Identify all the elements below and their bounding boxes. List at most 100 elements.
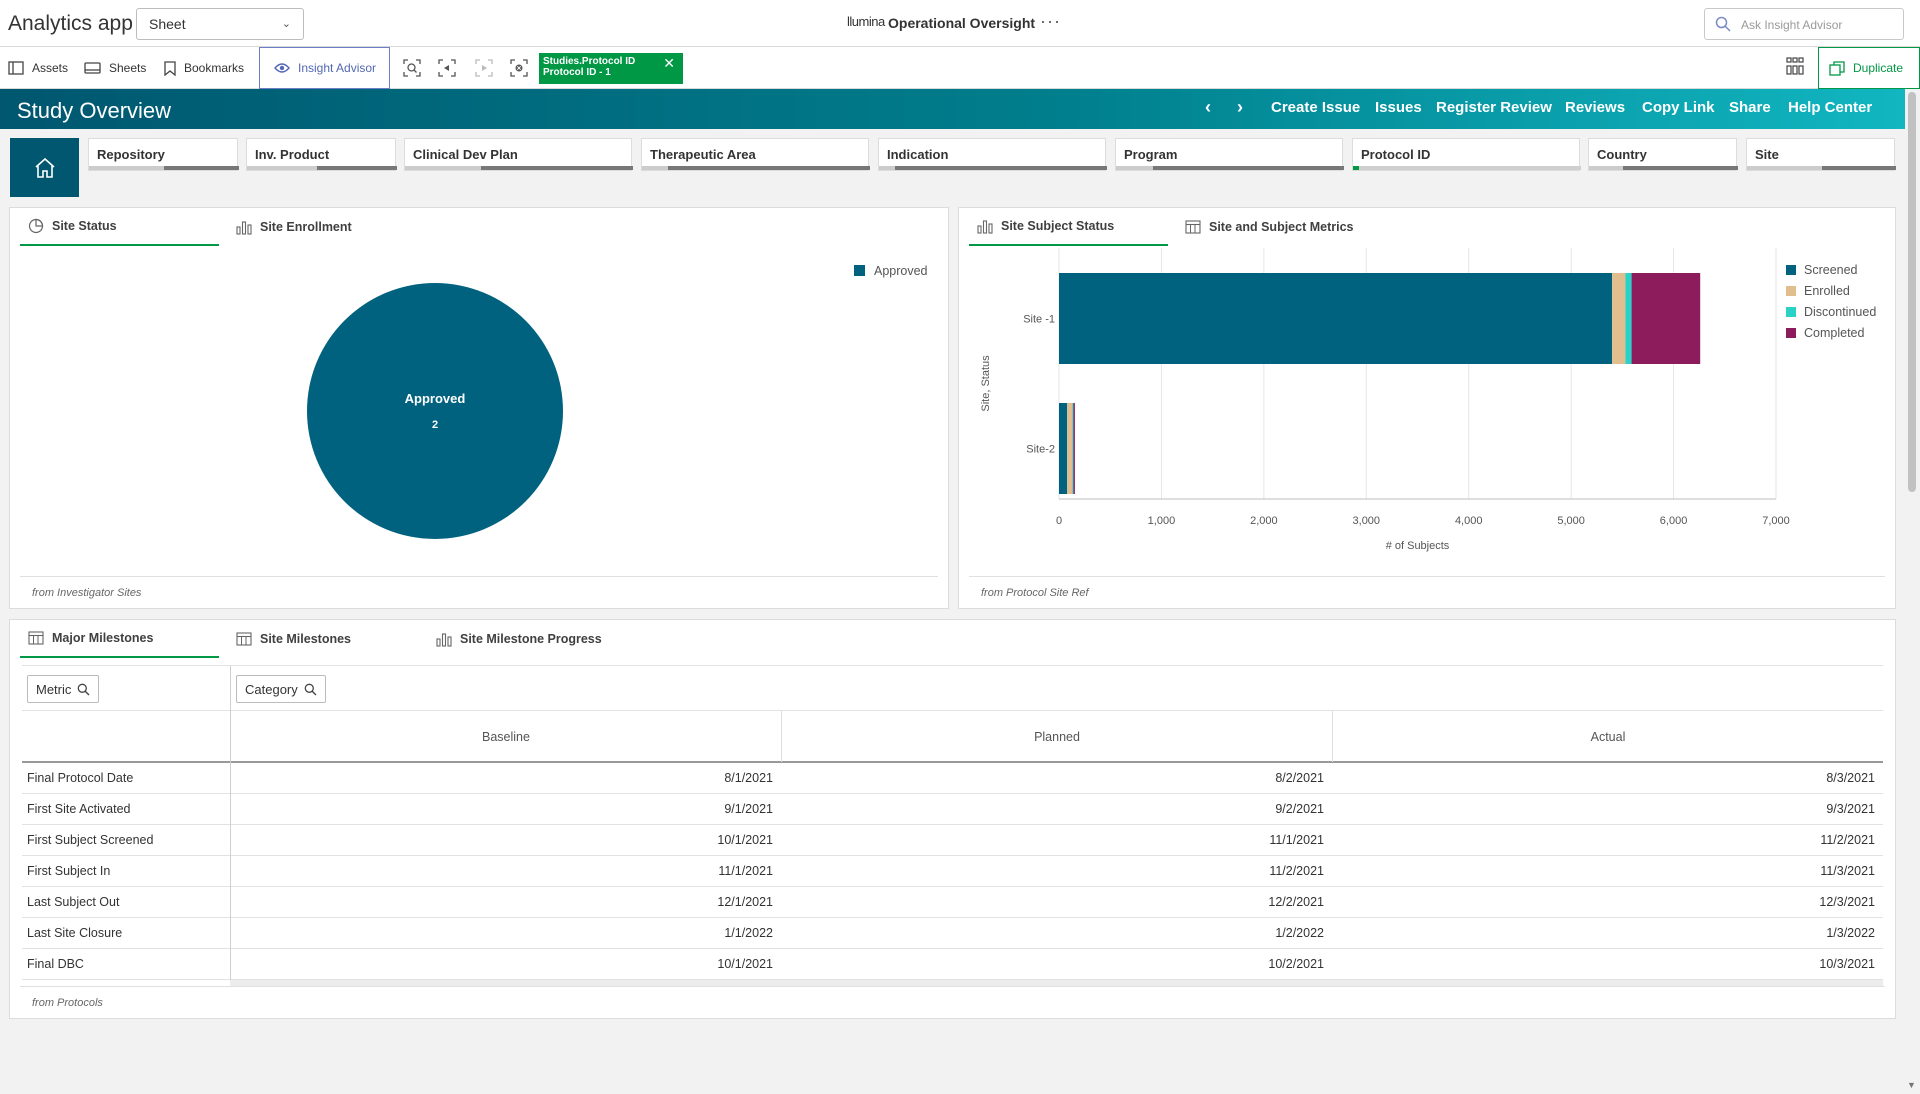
filter-therapeutic-area[interactable]: Therapeutic Area — [641, 138, 870, 171]
column-header-baseline[interactable]: Baseline — [230, 711, 781, 762]
scrollbar-thumb[interactable] — [1908, 92, 1916, 492]
metric-column-divider — [230, 666, 231, 986]
chevron-down-icon: ⌄ — [281, 18, 291, 30]
row-cell-baseline: 10/1/2021 — [717, 957, 773, 971]
tab-site-status[interactable]: Site Status — [20, 208, 219, 246]
filter-site[interactable]: Site — [1746, 138, 1896, 171]
table-row[interactable]: Last Site Closure 1/1/2022 1/2/2022 1/3/202… — [22, 918, 1883, 949]
row-metric: Last Site Closure — [27, 926, 123, 940]
bar-segment-enrolled[interactable] — [1612, 273, 1626, 364]
issues-link[interactable]: Issues — [1375, 99, 1422, 116]
site-status-panel: Site Status Site Enrollment Approved 2 App… — [9, 207, 949, 609]
clear-selections-icon[interactable] — [509, 58, 529, 78]
bar-segment-completed[interactable] — [1631, 273, 1701, 364]
x-tick-label: 3,000 — [1353, 515, 1381, 527]
bar-segment-discontinued[interactable] — [1072, 403, 1074, 494]
filter-country[interactable]: Country — [1588, 138, 1738, 171]
sheets-button[interactable]: Sheets — [84, 47, 146, 89]
table-icon — [28, 631, 44, 645]
home-button[interactable] — [10, 138, 79, 197]
row-cell-planned: 1/2/2022 — [1275, 926, 1324, 940]
metric-search-button[interactable]: Metric — [27, 675, 100, 703]
legend-label[interactable]: Approved — [874, 264, 928, 278]
column-header-row: Baseline Planned Actual — [22, 711, 1883, 763]
table-row[interactable]: Last Subject Out 12/1/2021 12/2/2021 12/3/2… — [22, 887, 1883, 918]
share-link[interactable]: Share — [1729, 99, 1771, 116]
category-search-button[interactable]: Category — [236, 675, 326, 703]
selection-value: Protocol ID - 1 — [543, 67, 611, 78]
search-icon — [304, 683, 317, 695]
row-cell-baseline: 12/1/2021 — [717, 895, 773, 909]
bar-segment-screened[interactable] — [1059, 273, 1613, 364]
table-row[interactable]: First Site Activated 9/1/2021 9/2/2021 9/3/… — [22, 794, 1883, 825]
table-row[interactable]: Final Protocol Date 8/1/2021 8/2/2021 8/3/2… — [22, 763, 1883, 794]
legend-label[interactable]: Completed — [1804, 326, 1864, 340]
legend-label[interactable]: Discontinued — [1804, 305, 1876, 319]
register-review-link[interactable]: Register Review — [1436, 99, 1552, 116]
filter-protocol-id[interactable]: Protocol ID — [1352, 138, 1581, 171]
bar-segment-enrolled[interactable] — [1067, 403, 1073, 494]
step-back-icon[interactable] — [437, 58, 457, 78]
tab-site-milestones[interactable]: Site Milestones — [228, 620, 418, 658]
duplicate-button[interactable]: Duplicate — [1818, 47, 1920, 89]
row-cell-baseline: 8/1/2021 — [724, 771, 773, 785]
legend-label[interactable]: Enrolled — [1804, 284, 1850, 298]
previous-sheet-icon[interactable]: ‹ — [1205, 97, 1211, 118]
smart-search-icon[interactable] — [402, 58, 422, 78]
pie-slice[interactable] — [307, 283, 563, 539]
scroll-down-icon[interactable]: ▼ — [1907, 1080, 1916, 1090]
row-cell-baseline: 1/1/2022 — [724, 926, 773, 940]
row-cell-actual: 9/3/2021 — [1826, 802, 1875, 816]
insight-advisor-button[interactable]: Insight Advisor — [259, 47, 390, 89]
sheets-label: Sheets — [109, 61, 147, 75]
selection-field: Studies.Protocol ID — [543, 56, 636, 67]
bookmark-icon — [164, 60, 176, 76]
search-icon — [78, 683, 90, 695]
copy-link-link[interactable]: Copy Link — [1642, 99, 1715, 116]
legend-label[interactable]: Screened — [1804, 263, 1858, 277]
tab-major-milestones[interactable]: Major Milestones — [20, 620, 219, 658]
more-options-icon[interactable]: ··· — [1040, 11, 1061, 32]
row-cell-planned: 12/2/2021 — [1268, 895, 1324, 909]
bookmarks-button[interactable]: Bookmarks — [164, 47, 244, 89]
bookmarks-label: Bookmarks — [184, 61, 245, 75]
sheet-dropdown[interactable]: Sheet ⌄ — [136, 8, 304, 40]
site-subject-bar-chart[interactable]: 0 1,000 2,000 3,000 4,000 5,000 6,000 7,000 Site… — [959, 248, 1895, 568]
filter-label: Clinical Dev Plan — [413, 147, 518, 162]
assets-button[interactable]: Assets — [8, 47, 68, 89]
tab-site-subject-status[interactable]: Site Subject Status — [969, 208, 1168, 246]
filter-clinical-dev-plan[interactable]: Clinical Dev Plan — [404, 138, 633, 171]
column-header-planned[interactable]: Planned — [781, 711, 1332, 762]
help-center-link[interactable]: Help Center — [1788, 99, 1872, 116]
filter-program[interactable]: Program — [1115, 138, 1344, 171]
tab-site-enrollment[interactable]: Site Enrollment — [228, 208, 428, 246]
milestones-footnote: from Protocols — [20, 986, 1885, 1018]
table-row[interactable]: Final DBC 10/1/2021 10/2/2021 10/3/2021 — [22, 949, 1883, 980]
bar-segment-screened[interactable] — [1059, 403, 1068, 494]
table-row[interactable]: First Subject Screened 10/1/2021 11/1/2021… — [22, 825, 1883, 856]
filter-inv-product[interactable]: Inv. Product — [246, 138, 397, 171]
selection-chip[interactable]: Studies.Protocol ID Protocol ID - 1 ✕ — [539, 53, 683, 84]
filter-label: Indication — [887, 147, 949, 162]
row-metric: Final DBC — [27, 957, 84, 971]
tab-site-milestone-progress[interactable]: Site Milestone Progress — [428, 620, 648, 658]
tab-site-and-subject-metrics[interactable]: Site and Subject Metrics — [1177, 208, 1407, 246]
column-header-actual[interactable]: Actual — [1332, 711, 1883, 762]
reviews-link[interactable]: Reviews — [1565, 99, 1625, 116]
next-sheet-icon[interactable]: › — [1237, 97, 1243, 118]
ask-insight-advisor-input[interactable]: Ask Insight Advisor — [1704, 8, 1904, 40]
y-axis-title: Site, Status — [980, 355, 992, 412]
bar-segment-completed[interactable] — [1073, 403, 1075, 494]
x-tick-label: 0 — [1056, 515, 1062, 527]
filter-repository[interactable]: Repository — [88, 138, 239, 171]
create-issue-link[interactable]: Create Issue — [1271, 99, 1360, 116]
filter-indication[interactable]: Indication — [878, 138, 1107, 171]
brand-logo: llumina — [847, 14, 885, 29]
filter-label: Program — [1124, 147, 1178, 162]
close-icon[interactable]: ✕ — [663, 56, 675, 70]
table-row[interactable]: First Subject In 11/1/2021 11/2/2021 11/3/2… — [22, 856, 1883, 887]
row-cell-actual: 11/3/2021 — [1820, 864, 1875, 878]
grid-icon[interactable] — [1786, 57, 1804, 75]
bar-segment-discontinued[interactable] — [1625, 273, 1632, 364]
site-status-pie-chart[interactable]: Approved 2 Approved — [10, 248, 948, 568]
